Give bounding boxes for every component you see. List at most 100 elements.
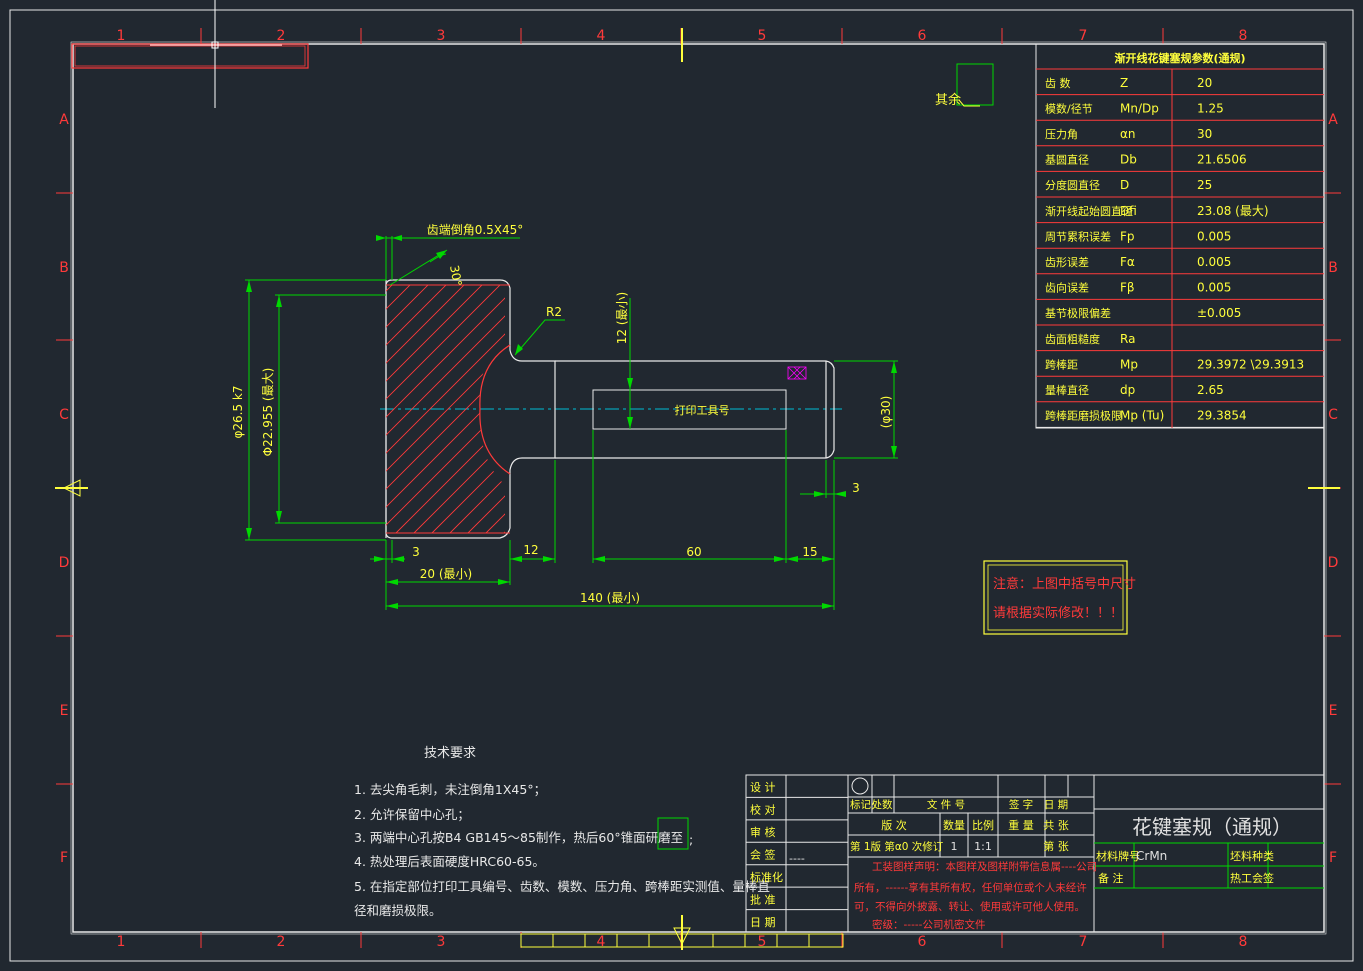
tech-item: 5. 在指定部位打印工具编号、齿数、模数、压力角、跨棒距实测值、量棒直 xyxy=(354,879,770,894)
param-symbol: Ra xyxy=(1120,332,1135,346)
param-name: 量棒直径 xyxy=(1045,383,1089,397)
hatch-line xyxy=(126,283,376,533)
param-symbol: Fα xyxy=(1120,255,1135,269)
blank-type-label: 坯料种类 xyxy=(1230,849,1274,863)
hatch-line xyxy=(386,285,503,533)
zone-number: 2 xyxy=(277,28,286,44)
inner-border-outline xyxy=(70,41,1327,935)
param-symbol: Mp (Tu) xyxy=(1120,409,1164,423)
hatch-line xyxy=(386,285,467,533)
zone-letter: F xyxy=(1329,850,1337,866)
param-symbol: Mp xyxy=(1120,357,1138,371)
dimension-arrows xyxy=(246,235,897,609)
r2-dimension: R2 xyxy=(546,305,562,319)
tb-left-label: 批 准 xyxy=(750,892,776,906)
tb-left-label: 校 对 xyxy=(750,803,776,817)
zone-number: 1 xyxy=(117,934,126,950)
param-name: 分度圆直径 xyxy=(1045,178,1100,192)
param-value: 1.25 xyxy=(1197,101,1224,115)
tb-header: 比例 xyxy=(972,818,994,832)
tb-left-label: 审 核 xyxy=(750,825,776,839)
tb-statement-line: 所有，------享有其所有权，任何单位或个人未经许 xyxy=(854,881,1087,894)
chamfer-dimension: 齿端倒角0.5X45° xyxy=(427,223,524,237)
dimension-140-min: 140 (最小) xyxy=(580,591,640,605)
param-value: 0.005 xyxy=(1197,255,1231,269)
zone-number: 5 xyxy=(758,28,767,44)
param-symbol: Fp xyxy=(1120,229,1135,243)
param-name: 基圆直径 xyxy=(1045,153,1089,167)
dimension-lines xyxy=(245,236,898,610)
param-value: 20 xyxy=(1197,76,1212,90)
param-value: 29.3854 xyxy=(1197,409,1247,423)
tb-header: 处数 xyxy=(872,798,893,811)
drawing-name: 花键塞规（通规） xyxy=(1132,815,1292,839)
diameter-30-dimension: (φ30) xyxy=(879,396,893,429)
parameter-table: 渐开线花键塞规参数(通规) 齿 数 Z 20 模数/径节 Mn/Dp 1.25 压力角 αn 3… xyxy=(1035,43,1325,429)
tb-header: 数量 xyxy=(943,819,965,832)
zone-letter: B xyxy=(59,260,69,276)
param-symbol: Mn/Dp xyxy=(1120,101,1159,115)
diameter-26-5-dimension: φ26.5 k7 xyxy=(231,385,245,438)
tb-cell: 1 xyxy=(951,840,958,853)
heat-countersign-label: 热工会签 xyxy=(1230,871,1274,885)
print-label: 打印工具号 xyxy=(675,403,730,417)
revision-circle-icon xyxy=(851,777,869,795)
tb-statement-line: 工装图样声明：本图样及图样附带信息属----公司 xyxy=(872,860,1097,873)
tb-revision: 第 1版 第α0 次修订 xyxy=(850,840,944,853)
param-symbol: Db xyxy=(1120,153,1137,167)
tb-header: 文 件 号 xyxy=(927,798,965,811)
dimension-3-left: 3 xyxy=(412,545,420,559)
crosshair-cursor-icon[interactable] xyxy=(150,0,282,108)
tb-left-label: 设 计 xyxy=(750,781,776,794)
param-value: 23.08 (最大) xyxy=(1197,204,1269,218)
hatch-line xyxy=(449,285,505,533)
zone-number: 5 xyxy=(758,934,767,950)
param-name: 齿形误差 xyxy=(1045,255,1089,269)
param-value: ±0.005 xyxy=(1197,306,1241,320)
zone-number: 4 xyxy=(597,28,606,44)
tech-item: 3. 两端中心孔按B4 GB145～85制作，热后60°锥面研磨至 xyxy=(354,830,683,845)
tb-left-label: 标准化 xyxy=(750,870,783,884)
tb-header: 重 量 xyxy=(1008,818,1034,832)
zone-number: 8 xyxy=(1239,28,1248,44)
tb-statement-line: 可，不得向外披露、转让、使用或许可他人使用。 xyxy=(854,900,1085,913)
zone-letter: F xyxy=(60,850,68,866)
param-name: 跨棒距 xyxy=(1045,357,1078,371)
centering-marks xyxy=(55,28,1340,950)
zone-letter: A xyxy=(1328,112,1338,128)
zone-number: 8 xyxy=(1239,934,1248,950)
zone-letter: B xyxy=(1328,260,1338,276)
hatch-line xyxy=(395,285,505,533)
param-symbol: αn xyxy=(1120,127,1136,141)
tb-left-label: 会 签 xyxy=(750,848,776,862)
svg-text:;: ; xyxy=(689,832,693,847)
diameter-22-955-dimension: Φ22.955 (最大) xyxy=(261,368,275,457)
part-drawing: 打印工具号 齿端倒角0.5X45° 30° R2 φ26.5 k7 Φ22.95… xyxy=(126,223,898,610)
tb-statement-line: 密级：-----公司机密文件 xyxy=(872,918,985,931)
hatch-line xyxy=(386,285,505,533)
inner-border xyxy=(72,43,1325,933)
surface-roughness-symbol: 其余 xyxy=(935,63,994,108)
hatch-line xyxy=(386,285,505,533)
material-value: CrMn xyxy=(1136,849,1167,863)
zone-number: 6 xyxy=(918,934,927,950)
param-value: 2.65 xyxy=(1197,383,1224,397)
zone-letter: C xyxy=(59,407,69,423)
hatch-line xyxy=(386,285,413,533)
surface-label: 其余 xyxy=(935,92,961,108)
tb-header: 共 张 xyxy=(1043,819,1069,832)
code-box-inner xyxy=(74,45,306,67)
dimension-3-right: 3 xyxy=(852,481,860,495)
zone-number: 3 xyxy=(437,934,446,950)
zone-letter: E xyxy=(1329,703,1338,719)
tech-item: 径和磨损极限。 xyxy=(354,903,442,918)
note-line-1: 注意：上图中括号中尺寸 xyxy=(993,576,1136,592)
tech-item: 1. 去尖角毛刺，未注倒角1X45°； xyxy=(354,782,546,797)
dimension-15: 15 xyxy=(802,545,817,559)
title-block: 设 计校 对审 核会 签标准化批 准日 期 花键塞规（通规） 材料牌号 CrMn… xyxy=(745,774,1325,933)
cad-drawing-sheet: 1122334455667788A AB BC CD DE EF F 其余 渐开线花键塞规参… xyxy=(9,0,1354,962)
note-box: 注意：上图中括号中尺寸 请根据实际修改！！！ xyxy=(983,560,1136,635)
dimension-12-min-vertical: 12 (最小) xyxy=(615,292,629,344)
tb-left-label: 日 期 xyxy=(750,916,776,929)
zone-letter: A xyxy=(59,112,69,128)
